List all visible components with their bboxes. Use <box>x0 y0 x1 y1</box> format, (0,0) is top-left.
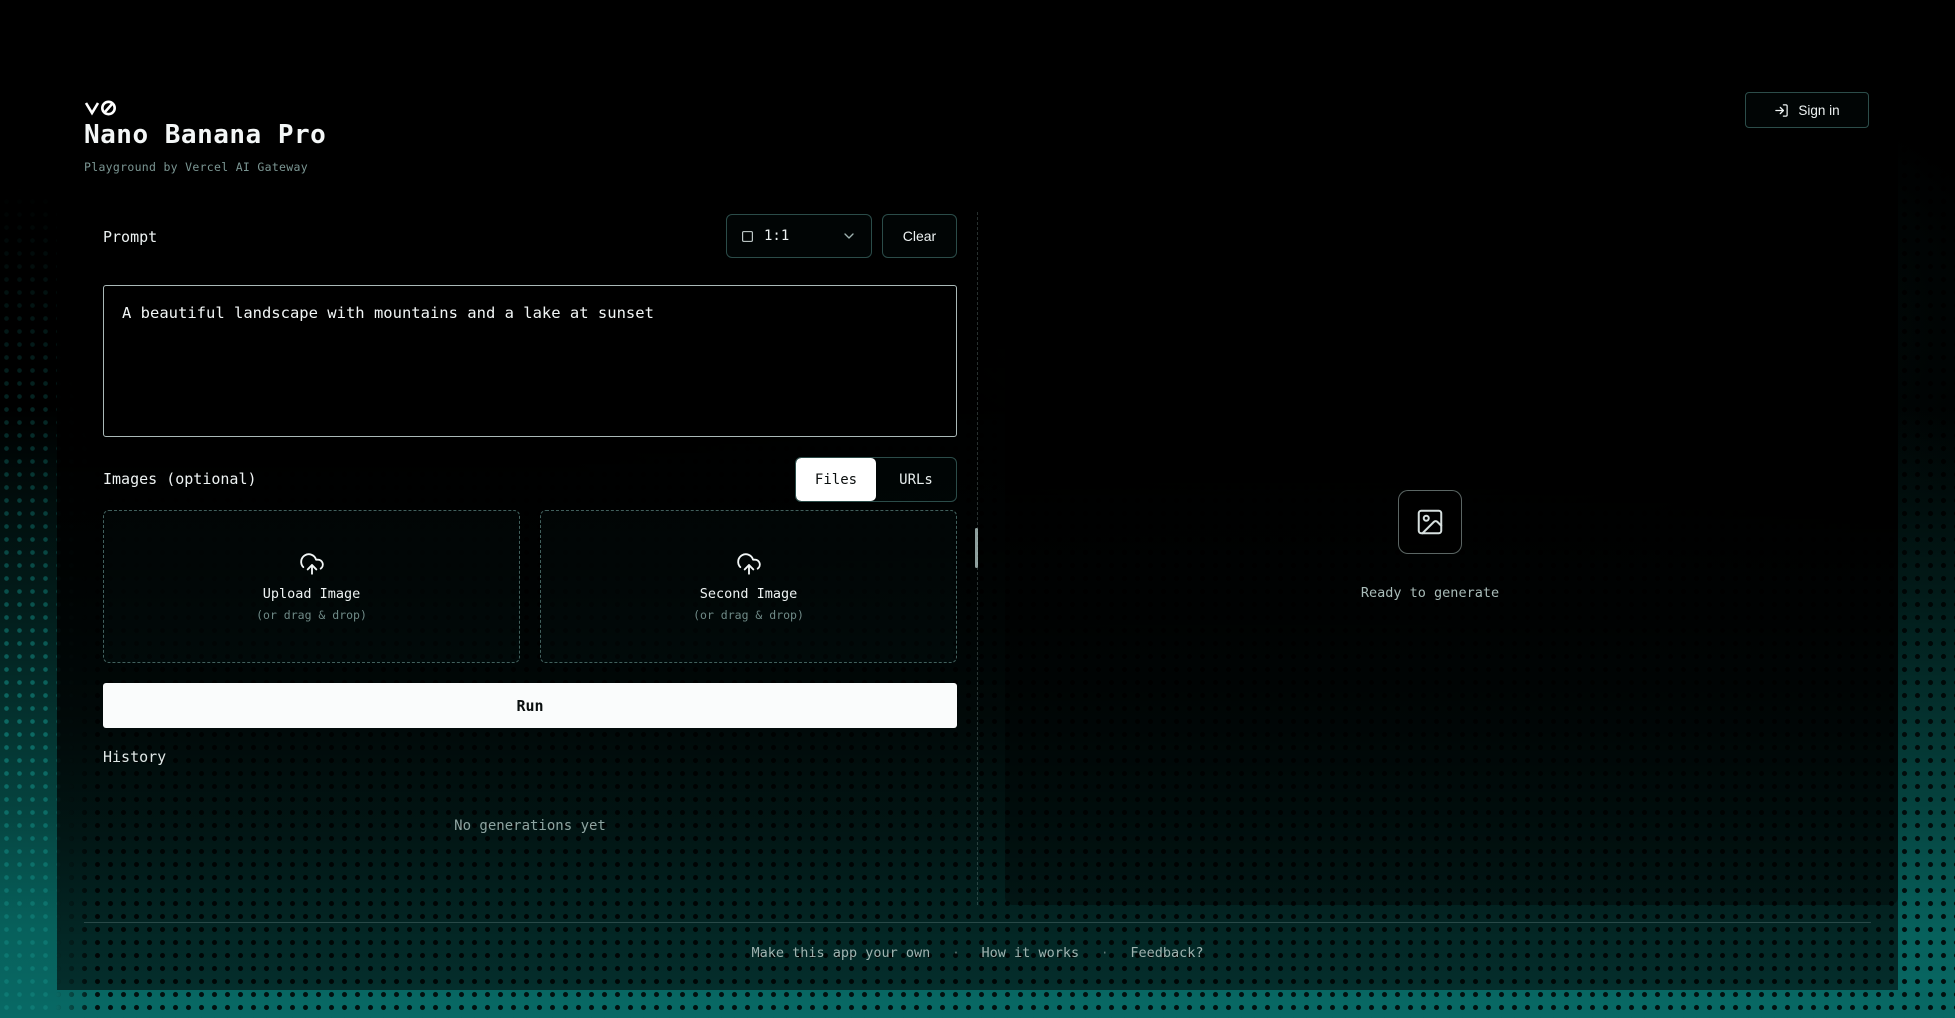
resize-handle[interactable] <box>975 528 978 568</box>
v0-logo <box>84 99 124 117</box>
prompt-input[interactable]: A beautiful landscape with mountains and… <box>103 285 957 437</box>
app-background: Nano Banana Pro Playground by Vercel AI … <box>0 0 1955 1018</box>
footer-link-how-it-works[interactable]: How it works <box>982 945 1080 961</box>
upload-hint: (or drag & drop) <box>693 608 804 622</box>
history-empty-text: No generations yet <box>103 818 957 834</box>
footer-link-feedback[interactable]: Feedback? <box>1130 945 1203 961</box>
images-section-label: Images (optional) <box>103 470 257 488</box>
sign-in-label: Sign in <box>1798 103 1839 118</box>
image-icon <box>1415 507 1445 537</box>
upload-image-dropzone[interactable]: Upload Image (or drag & drop) <box>103 510 520 663</box>
preview-placeholder: Ready to generate <box>1005 490 1855 601</box>
tab-files[interactable]: Files <box>796 458 876 501</box>
aspect-ratio-value: 1:1 <box>764 228 789 244</box>
footer-divider <box>84 922 1871 923</box>
page-subtitle: Playground by Vercel AI Gateway <box>84 160 308 174</box>
clear-button[interactable]: Clear <box>882 214 957 258</box>
chevron-down-icon <box>841 228 857 244</box>
upload-hint: (or drag & drop) <box>256 608 367 622</box>
tab-urls[interactable]: URLs <box>876 458 956 501</box>
footer-separator: · <box>952 946 959 960</box>
history-label: History <box>103 748 166 766</box>
preview-status-text: Ready to generate <box>1361 585 1499 601</box>
sign-in-button[interactable]: Sign in <box>1745 92 1869 128</box>
aspect-ratio-select[interactable]: 1:1 <box>726 214 872 258</box>
square-aspect-icon <box>741 230 754 243</box>
upload-title: Upload Image <box>263 586 361 602</box>
second-image-dropzone[interactable]: Second Image (or drag & drop) <box>540 510 957 663</box>
upload-title: Second Image <box>700 586 798 602</box>
preview-icon-box <box>1398 490 1462 554</box>
run-button[interactable]: Run <box>103 683 957 728</box>
cloud-upload-icon <box>736 551 762 577</box>
page-title: Nano Banana Pro <box>84 120 326 150</box>
footer: Make this app your own · How it works · … <box>0 945 1955 961</box>
image-source-tabs: Files URLs <box>795 457 957 502</box>
log-in-icon <box>1774 103 1789 118</box>
footer-separator: · <box>1101 946 1108 960</box>
cloud-upload-icon <box>299 551 325 577</box>
prompt-label: Prompt <box>103 228 157 246</box>
footer-link-make-your-own[interactable]: Make this app your own <box>752 945 931 961</box>
